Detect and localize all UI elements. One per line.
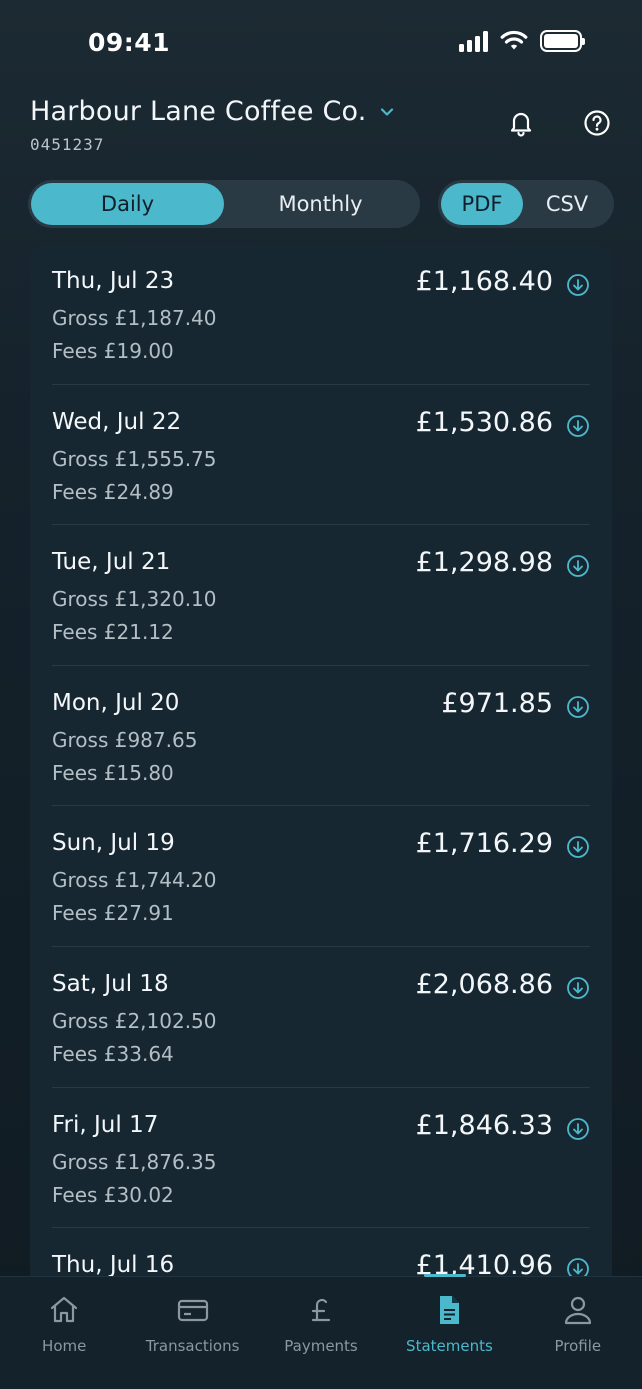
statement-fees: Fees £19.00 [52,339,174,363]
tab-transactions[interactable]: Transactions [128,1277,256,1389]
status-time: 09:41 [88,28,171,57]
download-icon[interactable] [566,1117,590,1141]
statement-net: £1,530.86 [415,406,553,438]
statement-row[interactable]: Thu, Jul 16 £1,410.96 [52,1228,590,1276]
statement-gross: Gross £1,876.35 [52,1149,217,1174]
period-option-daily[interactable]: Daily [31,183,224,225]
statement-row[interactable]: Fri, Jul 17 Gross £1,876.35 Fees £30.02 … [52,1088,590,1229]
format-option-pdf[interactable]: PDF [441,183,523,225]
tab-bar: Home Transactions Payments Statements Pr… [0,1274,642,1389]
statement-date: Sun, Jul 19 [52,830,175,857]
tab-label: Home [42,1337,87,1355]
statement-gross: Gross £1,320.10 [52,587,217,612]
statement-gross: Gross £1,555.75 [52,446,217,471]
statement-date: Wed, Jul 22 [52,408,182,435]
tab-home[interactable]: Home [0,1277,128,1389]
header-actions [506,108,612,138]
statement-row[interactable]: Mon, Jul 20 Gross £987.65 Fees £15.80 £9… [52,666,590,807]
download-icon[interactable] [566,554,590,578]
statement-net: £1,168.40 [415,266,553,297]
statement-list: Thu, Jul 23 Gross £1,187.40 Fees £19.00 … [30,244,612,1276]
statement-date: Thu, Jul 23 [52,268,175,294]
download-icon[interactable] [566,976,590,1000]
wifi-icon [500,30,528,50]
statement-net: £1,716.29 [415,828,553,860]
active-tab-indicator [424,1274,466,1277]
statement-net: £2,068.86 [415,968,553,1000]
format-toggle: PDF CSV [438,180,614,228]
download-icon[interactable] [566,1257,590,1276]
tab-label: Transactions [145,1337,240,1355]
tab-label: Statements [406,1337,493,1355]
chevron-down-icon [380,107,393,116]
bell-icon[interactable] [506,108,536,138]
period-toggle: Daily Monthly [28,180,420,228]
statement-date: Fri, Jul 17 [52,1111,159,1138]
statement-gross: Gross £987.65 [52,727,198,752]
statement-row[interactable]: Thu, Jul 23 Gross £1,187.40 Fees £19.00 … [52,244,590,385]
statement-date: Mon, Jul 20 [52,689,180,716]
statement-net: £971.85 [441,687,553,719]
help-icon[interactable] [582,108,612,138]
download-icon[interactable] [566,273,590,297]
home-icon [51,1296,78,1323]
download-icon[interactable] [566,695,590,719]
cellular-signal-icon [459,30,488,52]
status-bar: 09:41 [0,0,642,90]
user-icon [564,1296,591,1325]
statement-net: £1,298.98 [415,547,553,579]
header: Harbour Lane Coffee Co. 0451237 [30,96,612,166]
statement-fees: Fees £21.12 [52,620,174,645]
download-icon[interactable] [566,835,590,859]
pound-icon [311,1298,331,1322]
period-option-monthly[interactable]: Monthly [224,183,417,225]
statement-fees: Fees £27.91 [52,901,174,926]
statement-gross: Gross £1,744.20 [52,868,217,893]
tab-statements[interactable]: Statements [385,1277,513,1389]
tab-label: Profile [554,1337,602,1355]
statement-gross: Gross £2,102.50 [52,1008,217,1033]
document-icon [440,1296,460,1324]
statement-date: Tue, Jul 21 [52,549,171,576]
statement-gross: Gross £1,187.40 [52,306,217,330]
statement-row[interactable]: Sun, Jul 19 Gross £1,744.20 Fees £27.91 … [52,806,590,947]
statement-net: £1,410.96 [415,1250,553,1276]
download-icon[interactable] [566,414,590,438]
tab-label: Payments [284,1337,358,1355]
statement-row[interactable]: Sat, Jul 18 Gross £2,102.50 Fees £33.64 … [52,947,590,1088]
statement-fees: Fees £30.02 [52,1182,174,1207]
merchant-name: Harbour Lane Coffee Co. [30,96,367,127]
statement-date: Thu, Jul 16 [52,1252,175,1276]
tab-profile[interactable]: Profile [514,1277,642,1389]
statement-row[interactable]: Tue, Jul 21 Gross £1,320.10 Fees £21.12 … [52,525,590,666]
toggle-row: Daily Monthly PDF CSV [28,180,614,228]
battery-icon [540,30,585,52]
statement-fees: Fees £24.89 [52,479,174,504]
statement-date: Sat, Jul 18 [52,970,169,997]
status-icons [459,30,585,52]
statement-fees: Fees £33.64 [52,1041,174,1066]
format-option-csv[interactable]: CSV [523,183,611,225]
statement-net: £1,846.33 [415,1109,553,1141]
tab-payments[interactable]: Payments [257,1277,385,1389]
card-icon [177,1299,208,1322]
statement-fees: Fees £15.80 [52,760,174,785]
statement-row[interactable]: Wed, Jul 22 Gross £1,555.75 Fees £24.89 … [52,385,590,526]
